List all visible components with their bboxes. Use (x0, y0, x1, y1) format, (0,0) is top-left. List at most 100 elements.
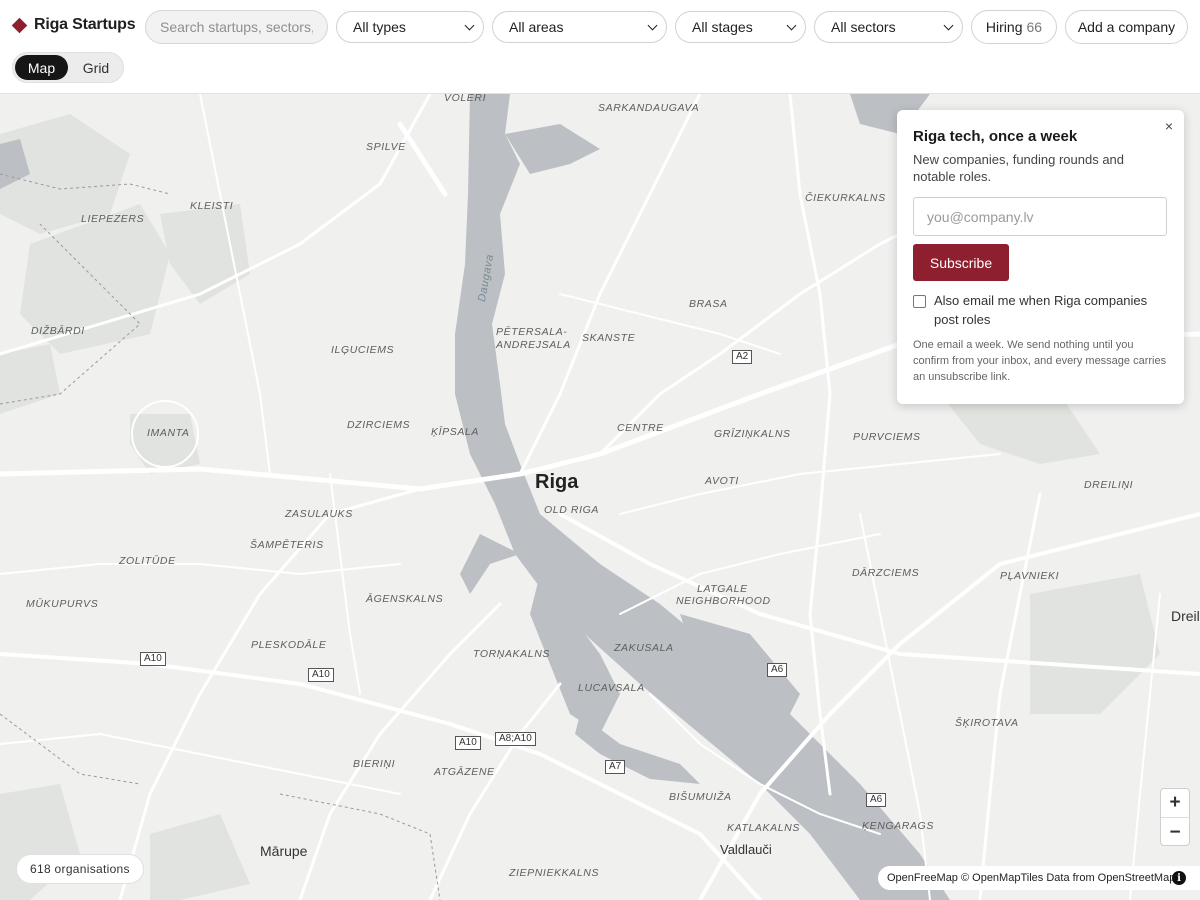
map-label-sarkandaugava: SARKANDAUGAVA (598, 102, 700, 114)
park-area (940, 394, 1100, 464)
map-label-latgale: LATGALE (697, 583, 748, 595)
sector-filter-value: All sectors (831, 19, 896, 35)
grid-view-tab[interactable]: Grid (71, 55, 121, 80)
map-attribution: OpenFreeMap © OpenMapTiles Data from Ope… (878, 866, 1200, 890)
close-icon[interactable]: × (1165, 118, 1173, 134)
map-label-zakusala: ZAKUSALA (614, 642, 674, 654)
map-label-pleskodale: PLESKODĀLE (251, 639, 327, 651)
top-bar: Riga Startups All types All areas All st… (0, 0, 1200, 94)
map-label-skirotava: ŠĶIROTAVA (955, 717, 1019, 729)
park-area (0, 344, 60, 414)
map-label-tornakalns: TORŅAKALNS (473, 648, 550, 660)
road-shield-a2: A2 (732, 350, 753, 364)
brand-logo-icon (11, 17, 28, 33)
map-label-bisumuiza: BIŠUMUIŽA (669, 791, 732, 803)
map-label-grizinkalns: GRĪZIŅKALNS (714, 428, 791, 440)
road-shield-a10: A10 (140, 652, 166, 666)
chevron-down-icon (786, 20, 797, 30)
chevron-down-icon (943, 20, 954, 30)
road-shield-a7: A7 (605, 760, 626, 774)
hiring-label: Hiring (985, 19, 1023, 35)
map-label-centre: CENTRE (617, 422, 664, 434)
stage-filter-select[interactable]: All stages (675, 11, 806, 43)
map-label-purvciems: PURVCIEMS (853, 431, 921, 443)
map-label-lucavsala: LUCAVSALA (578, 682, 645, 694)
map-label-darzciems: DĀRZCIEMS (852, 567, 920, 579)
map-label-latgale-neighborhood: NEIGHBORHOOD (676, 595, 771, 607)
zoom-control: + − (1160, 788, 1190, 846)
type-filter-select[interactable]: All types (336, 11, 484, 43)
subscribe-button[interactable]: Subscribe (913, 244, 1009, 281)
zoom-in-button[interactable]: + (1161, 789, 1189, 818)
map-label-mukupurvs: MŪKUPURVS (26, 598, 99, 610)
add-company-button[interactable]: Add a company (1065, 10, 1188, 44)
map-label-andrejsala: ANDREJSALA (496, 339, 571, 351)
road-shield-a10: A10 (308, 668, 334, 682)
newsletter-description: New companies, funding rounds and notabl… (913, 152, 1125, 184)
park-area (160, 204, 250, 304)
type-filter-value: All types (353, 19, 406, 35)
area-filter-select[interactable]: All areas (492, 11, 667, 43)
map-view-tab[interactable]: Map (15, 55, 68, 80)
map-label-dzirciems: DZIRCIEMS (347, 419, 411, 431)
organisation-count: 618 organisations (16, 854, 144, 884)
road (298, 602, 502, 900)
park-area (1030, 574, 1160, 714)
map-label-ziepniekkalns: ZIEPNIEKKALNS (509, 867, 600, 879)
map-label-atgazene: ATGĀZENE (434, 766, 495, 778)
map-label-voleri: VOLERI (444, 94, 487, 104)
hiring-count: 66 (1026, 19, 1043, 35)
map-label-zolitude: ZOLITŪDE (119, 555, 176, 567)
map-label-ciekurkalns: ČIEKURKALNS (805, 192, 886, 204)
sector-filter-select[interactable]: All sectors (814, 11, 963, 43)
brand[interactable]: Riga Startups (11, 16, 136, 34)
road-shield-a10: A10 (455, 736, 481, 750)
map-label-sampeteris: ŠAMPĒTERIS (250, 539, 324, 551)
map-label-marupe: Mārupe (260, 843, 308, 859)
newsletter-title: Riga tech, once a week (913, 128, 1078, 145)
road (559, 293, 781, 355)
map-label-kengarags: ĶENGARAGS (862, 820, 934, 832)
park-area (130, 414, 200, 474)
road (0, 563, 401, 576)
roles-opt-in-label[interactable]: Also email me when Riga companies post r… (934, 291, 1168, 329)
river-inlet (505, 124, 600, 174)
zoom-out-button[interactable]: − (1161, 818, 1189, 847)
stage-filter-value: All stages (692, 19, 753, 35)
brand-name: Riga Startups (34, 16, 136, 33)
park-area (150, 814, 250, 900)
map-label-zasulauks: ZASULAUKS (285, 508, 353, 520)
chevron-down-icon (464, 20, 475, 30)
map-label-plavnieki: PĻAVNIEKI (1000, 570, 1060, 582)
road-shield-a6: A6 (767, 663, 788, 677)
road (619, 453, 1001, 515)
map-label-avoti: AVOTI (705, 475, 739, 487)
map-label-valdlauci: Valdlauči (720, 842, 772, 857)
map-label-skanste: SKANSTE (582, 332, 636, 344)
map-label-imanta: IMANTA (147, 427, 190, 439)
map-label-spilve: SPILVE (366, 141, 406, 153)
map-label-brasa: BRASA (689, 298, 728, 310)
hiring-filter-button[interactable]: Hiring 66 (971, 10, 1057, 44)
area-filter-value: All areas (509, 19, 564, 35)
view-toggle: Map Grid (12, 52, 124, 83)
search-input[interactable] (145, 10, 328, 44)
roles-opt-in-checkbox[interactable] (913, 295, 926, 308)
info-icon[interactable]: i (1172, 871, 1186, 885)
newsletter-fine-print: One email a week. We send nothing until … (913, 339, 1167, 383)
attribution-text[interactable]: OpenFreeMap © OpenMapTiles Data from Ope… (887, 872, 1175, 884)
map-label-petersala: PĒTERSALA- (496, 326, 568, 338)
map-label-dreili-town: Dreili (1171, 608, 1200, 624)
map-label-ilguciems: ILĢUCIEMS (331, 344, 395, 356)
boundary-line (0, 713, 141, 785)
map-label-dreilini: DREILIŅI (1084, 479, 1134, 491)
daugava-river (455, 94, 950, 900)
email-field[interactable] (913, 197, 1167, 236)
runway (397, 121, 448, 197)
map-label-bierini: BIERIŅI (353, 758, 396, 770)
map-label-agenskalns: ĀGENSKALNS (366, 593, 444, 605)
map-label-riga: Riga (535, 471, 579, 493)
road-shield-a8-a10: A8;A10 (495, 732, 536, 746)
map-label-liepezers: LIEPEZERS (81, 213, 145, 225)
roles-opt-in: Also email me when Riga companies post r… (913, 291, 1168, 329)
